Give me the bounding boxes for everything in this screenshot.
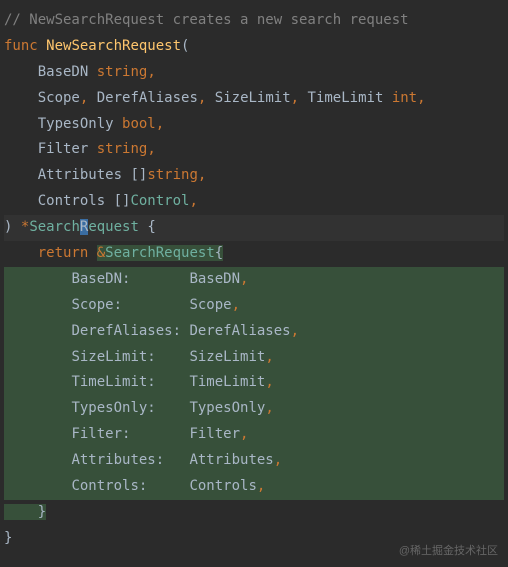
- keyword-return: return: [38, 245, 89, 261]
- watermark-text: @稀土掘金技术社区: [399, 541, 498, 561]
- code-line-highlighted: ) *SearchRequest {: [4, 215, 504, 241]
- code-line: TimeLimit: TimeLimit,: [4, 370, 504, 396]
- code-line: SizeLimit: SizeLimit,: [4, 345, 504, 371]
- comment-text: // NewSearchRequest creates a new search…: [4, 12, 409, 28]
- keyword-func: func: [4, 38, 38, 54]
- code-line: Scope, DerefAliases, SizeLimit, TimeLimi…: [4, 86, 504, 112]
- code-line: // NewSearchRequest creates a new search…: [4, 8, 504, 34]
- code-line: BaseDN string,: [4, 60, 504, 86]
- code-line: Attributes: Attributes,: [4, 448, 504, 474]
- code-line: Controls: Controls,: [4, 474, 504, 500]
- code-line: func NewSearchRequest(: [4, 34, 504, 60]
- code-line: Controls []Control,: [4, 189, 504, 215]
- code-line: DerefAliases: DerefAliases,: [4, 319, 504, 345]
- code-line: TypesOnly: TypesOnly,: [4, 396, 504, 422]
- code-line: TypesOnly bool,: [4, 112, 504, 138]
- code-line: Scope: Scope,: [4, 293, 504, 319]
- code-line: Attributes []string,: [4, 163, 504, 189]
- function-name: NewSearchRequest: [46, 38, 181, 54]
- code-line: BaseDN: BaseDN,: [4, 267, 504, 293]
- code-line: return &SearchRequest{: [4, 241, 504, 267]
- code-line: Filter: Filter,: [4, 422, 504, 448]
- code-line: Filter string,: [4, 137, 504, 163]
- code-block: // NewSearchRequest creates a new search…: [4, 8, 504, 552]
- code-line: }: [4, 500, 504, 526]
